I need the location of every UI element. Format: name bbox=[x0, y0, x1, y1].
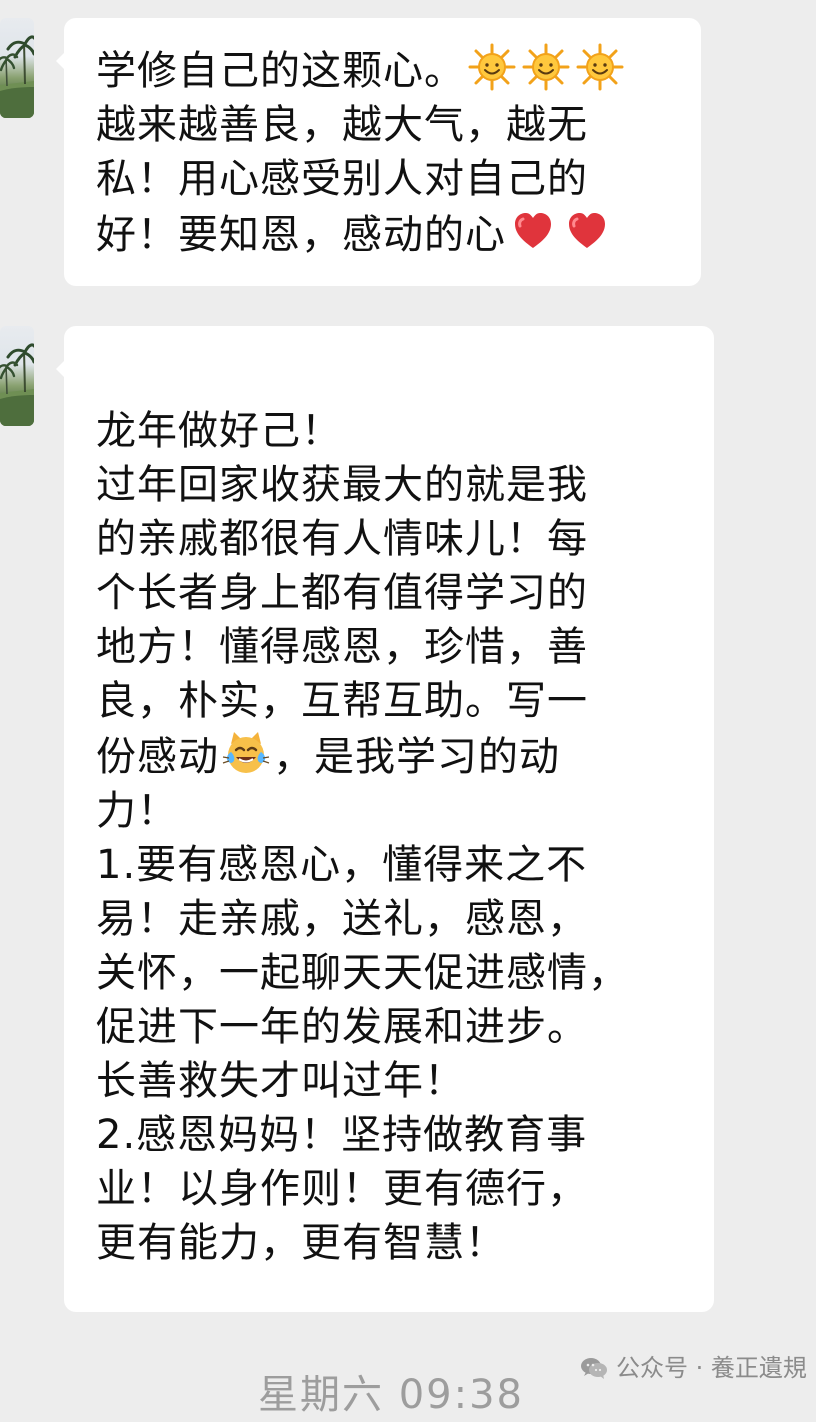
message-text: 过年回家收获最大的就是我 bbox=[96, 462, 588, 508]
message-line: 更有能力，更有智慧！ bbox=[96, 1216, 670, 1270]
message-text: 的亲戚都很有人情味儿！每 bbox=[96, 516, 588, 562]
message-line: 私！用心感受别人对自己的 bbox=[96, 152, 668, 206]
message-text: 好！要知恩，感动的心 bbox=[96, 212, 506, 258]
message-text: 龙年做好己！ bbox=[96, 408, 342, 454]
message-text: 业！以身作则！更有德行， bbox=[96, 1166, 588, 1212]
message-line: 的亲戚都很有人情味儿！每 bbox=[96, 512, 670, 566]
watermark-text: 公众号 · 養正遺規 bbox=[616, 1354, 807, 1382]
message-text: 2.感恩妈妈！坚持做教育事 bbox=[96, 1112, 588, 1158]
message-text: ，是我学习的动 bbox=[273, 734, 560, 780]
message-line: 龙年做好己！ bbox=[96, 404, 670, 458]
avatar[interactable] bbox=[0, 326, 34, 426]
message-text: 个长者身上都有值得学习的 bbox=[96, 570, 588, 616]
message-line: 业！以身作则！更有德行， bbox=[96, 1162, 670, 1216]
message-line: 学修自己的这颗心。 bbox=[96, 42, 668, 98]
message-line: 个长者身上都有值得学习的 bbox=[96, 566, 670, 620]
avatar[interactable] bbox=[0, 18, 34, 118]
message-line: 好！要知恩，感动的心 bbox=[96, 206, 668, 262]
message-text: 学修自己的这颗心。 bbox=[96, 48, 465, 94]
message-text: 促进下一年的发展和进步。 bbox=[96, 1004, 588, 1050]
message-line: 2.感恩妈妈！坚持做教育事 bbox=[96, 1108, 670, 1162]
message-line: 越来越善良，越大气，越无 bbox=[96, 98, 668, 152]
sun-emoji bbox=[575, 42, 625, 92]
message-text: 良，朴实，互帮互助。写一 bbox=[96, 678, 588, 724]
message-text: 易！走亲戚，送礼，感恩， bbox=[96, 896, 588, 942]
heart-emoji bbox=[508, 206, 558, 256]
sun-emoji bbox=[467, 42, 517, 92]
message-text: 关怀，一起聊天天促进感情， bbox=[96, 950, 629, 996]
message-line: 1.要有感恩心，懂得来之不 bbox=[96, 838, 670, 892]
watermark: 公众号 · 養正遺規 bbox=[580, 1353, 807, 1383]
message-line: 力！ bbox=[96, 784, 670, 838]
sun-emoji bbox=[521, 42, 571, 92]
heart-emoji bbox=[562, 206, 612, 256]
message-bubble[interactable]: 龙年做好己！ 过年回家收获最大的就是我 的亲戚都很有人情味儿！每 个长者身上都有值得学… bbox=[56, 326, 714, 1312]
message-line: 良，朴实，互帮互助。写一 bbox=[96, 674, 670, 728]
wechat-icon bbox=[580, 1356, 608, 1380]
message-line: 地方！懂得感恩，珍惜，善 bbox=[96, 620, 670, 674]
message-line: 关怀，一起聊天天促进感情， bbox=[96, 946, 670, 1000]
message-line: 过年回家收获最大的就是我 bbox=[96, 458, 670, 512]
message-line: 促进下一年的发展和进步。 bbox=[96, 1000, 670, 1054]
message-text: 更有能力，更有智慧！ bbox=[96, 1220, 506, 1266]
message-text: 私！用心感受别人对自己的 bbox=[96, 156, 588, 202]
timestamp: 星期六 09:38 bbox=[258, 1372, 524, 1418]
message-text: 地方！懂得感恩，珍惜，善 bbox=[96, 624, 588, 670]
message-text: 越来越善良，越大气，越无 bbox=[96, 102, 588, 148]
message-line: 易！走亲戚，送礼，感恩， bbox=[96, 892, 670, 946]
message-line: 长善救失才叫过年！ bbox=[96, 1054, 670, 1108]
message-text: 份感动 bbox=[96, 734, 219, 780]
message-text: 力！ bbox=[96, 788, 178, 834]
message-line: 份感动 ，是我学习的动 bbox=[96, 728, 670, 784]
message-bubble[interactable]: 学修自己的这颗心。越来越善良，越大气，越无 私！用心感受别人对自己的 好！要知恩，感… bbox=[56, 18, 701, 286]
message-text: 1.要有感恩心，懂得来之不 bbox=[96, 842, 588, 888]
message-text: 长善救失才叫过年！ bbox=[96, 1058, 465, 1104]
cat-tears-of-joy-emoji bbox=[221, 728, 271, 778]
